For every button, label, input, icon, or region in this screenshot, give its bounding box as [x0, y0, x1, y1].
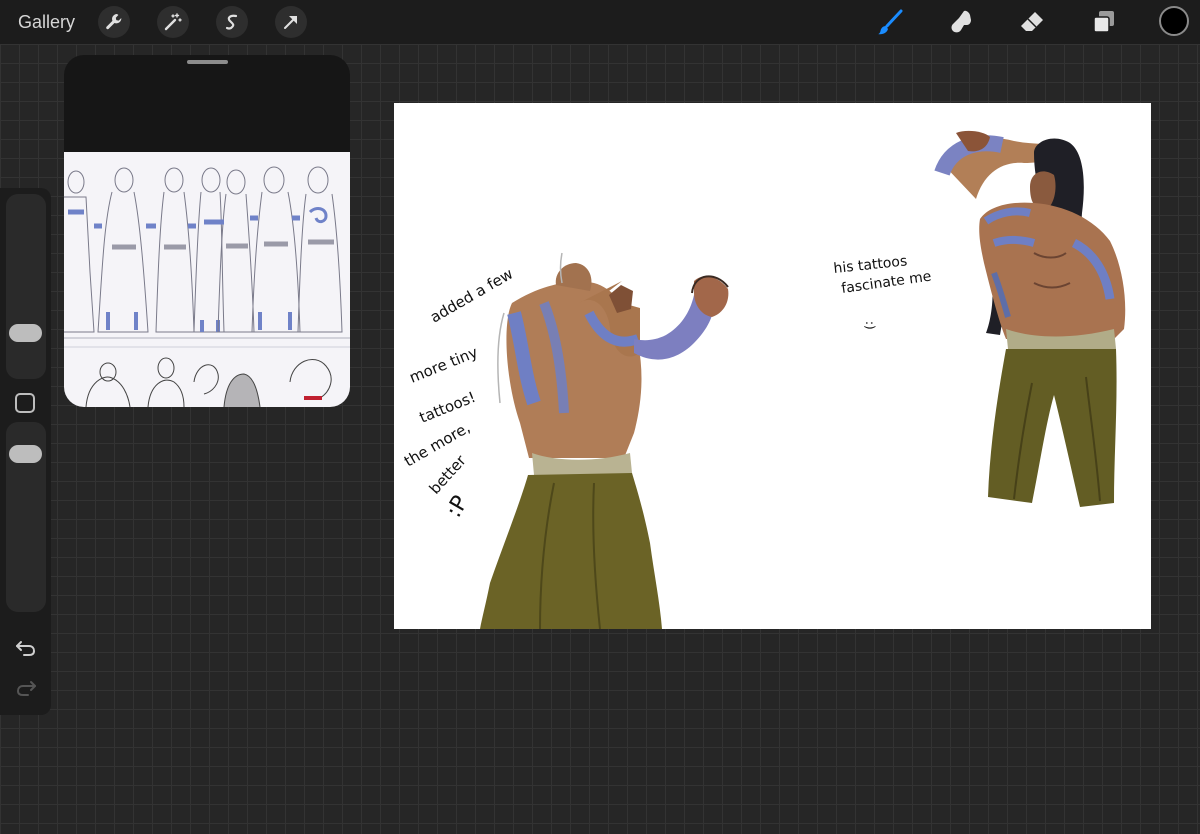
- magic-wand-icon[interactable]: [157, 6, 189, 38]
- artwork-illustration: added a few more tiny tattoos! the more,…: [401, 130, 1126, 629]
- svg-text:tattoos!: tattoos!: [417, 388, 478, 427]
- reference-panel[interactable]: [64, 55, 350, 407]
- brush-size-slider[interactable]: [6, 194, 46, 379]
- left-figure-sketch: [480, 252, 729, 629]
- wrench-icon[interactable]: [98, 6, 130, 38]
- transform-arrow-icon[interactable]: [275, 6, 307, 38]
- modify-button[interactable]: [15, 393, 35, 413]
- left-sidebar: [0, 188, 51, 715]
- undo-arrow-icon[interactable]: [12, 634, 40, 662]
- character-turnaround-sketch: [64, 166, 350, 407]
- brush-size-slider-knob[interactable]: [9, 324, 42, 342]
- drawing-canvas[interactable]: added a few more tiny tattoos! the more,…: [394, 103, 1151, 629]
- opacity-slider-knob[interactable]: [9, 445, 42, 463]
- svg-text:more tiny: more tiny: [407, 343, 481, 387]
- brush-icon[interactable]: [873, 5, 907, 39]
- svg-text:better: better: [426, 451, 471, 498]
- gallery-button[interactable]: Gallery: [18, 11, 75, 33]
- smudge-icon[interactable]: [944, 5, 978, 39]
- eraser-icon[interactable]: [1015, 5, 1049, 39]
- svg-text::P: :P: [442, 492, 474, 522]
- color-picker-button[interactable]: [1159, 6, 1189, 36]
- redo-arrow-icon[interactable]: [12, 674, 40, 702]
- top-toolbar: Gallery: [0, 0, 1200, 44]
- right-figure-sketch: [934, 130, 1126, 507]
- layers-icon[interactable]: [1087, 5, 1121, 39]
- selection-icon[interactable]: [216, 6, 248, 38]
- handwritten-note-right: his tattoos fascinate me :): [833, 253, 933, 329]
- reference-panel-handle[interactable]: [187, 60, 228, 64]
- svg-text::): :): [863, 321, 877, 330]
- reference-image: [64, 152, 350, 407]
